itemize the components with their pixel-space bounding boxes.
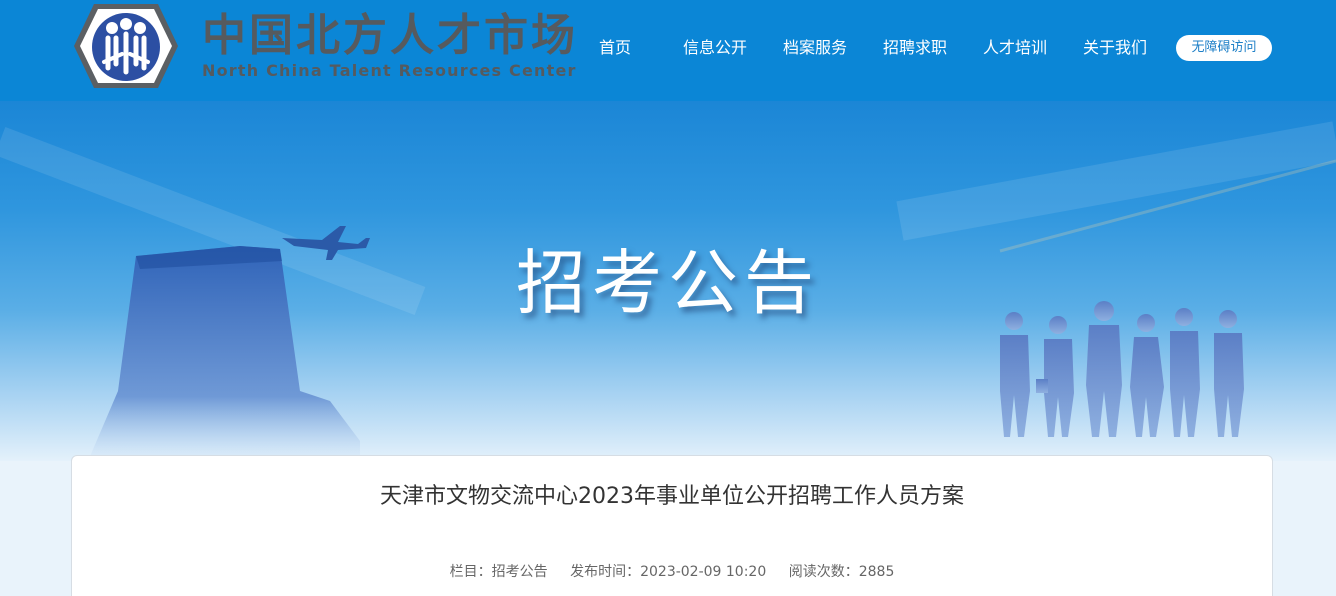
article-title: 天津市文物交流中心2023年事业单位公开招聘工作人员方案 bbox=[380, 484, 964, 509]
article-card: 天津市文物交流中心2023年事业单位公开招聘工作人员方案 栏目：招考公告 发布时… bbox=[71, 455, 1273, 596]
nav-about-us[interactable]: 关于我们 bbox=[1083, 36, 1147, 60]
nav-home[interactable]: 首页 bbox=[599, 36, 631, 60]
logo-english-name: North China Talent Resources Center bbox=[202, 61, 577, 80]
article-publish-time: 发布时间：2023-02-09 10:20 bbox=[570, 564, 767, 580]
article-meta: 栏目：招考公告 发布时间：2023-02-09 10:20 阅读次数：2885 bbox=[72, 562, 1272, 582]
article-column: 栏目：招考公告 bbox=[449, 564, 548, 580]
nav-recruitment[interactable]: 招聘求职 bbox=[883, 36, 947, 60]
site-logo-icon[interactable] bbox=[72, 2, 180, 90]
logo-chinese-name: 中国北方人才市场 bbox=[202, 10, 578, 61]
site-header: 中国北方人才市场 North China Talent Resources Ce… bbox=[0, 0, 1336, 101]
nav-archive-service[interactable]: 档案服务 bbox=[783, 36, 847, 60]
banner-title: 招考公告 bbox=[516, 242, 820, 324]
nav-talent-training[interactable]: 人才培训 bbox=[983, 36, 1047, 60]
page-banner: 招考公告 bbox=[0, 101, 1336, 461]
nav-info-disclosure[interactable]: 信息公开 bbox=[683, 36, 747, 60]
accessibility-button[interactable]: 无障碍访问 bbox=[1176, 35, 1272, 61]
article-view-count: 阅读次数：2885 bbox=[788, 564, 895, 580]
